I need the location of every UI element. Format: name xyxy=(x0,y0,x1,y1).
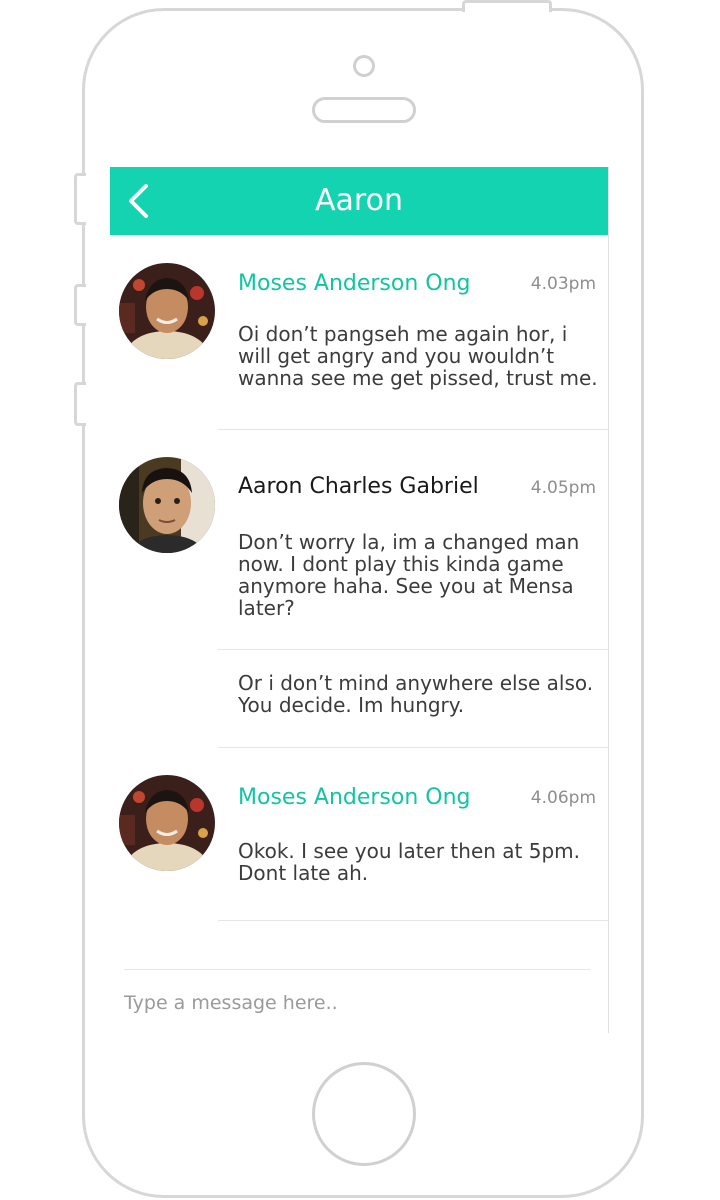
sender-name: Aaron Charles Gabriel xyxy=(238,474,479,499)
earpiece-speaker xyxy=(312,97,416,123)
chat-screen: Aaron Moses Anderson Ong 4.03pm Oi don’t… xyxy=(110,167,609,1033)
sender-name: Moses Anderson Ong xyxy=(238,785,471,810)
chat-title: Aaron xyxy=(315,183,403,218)
message-input[interactable] xyxy=(124,985,584,1021)
divider xyxy=(218,747,608,748)
divider xyxy=(218,920,608,921)
divider xyxy=(218,429,608,430)
composer-divider xyxy=(124,969,590,970)
message-time: 4.05pm xyxy=(530,478,596,498)
avatar[interactable] xyxy=(119,775,215,871)
power-button xyxy=(462,0,552,12)
message-text: Oi don’t pangseh me again hor, i will ge… xyxy=(238,322,598,390)
message-text: Or i don’t mind anywhere else also. You … xyxy=(238,671,594,717)
message-time: 4.03pm xyxy=(530,274,596,294)
front-camera xyxy=(353,55,375,77)
chat-header: Aaron xyxy=(110,167,608,235)
volume-up-button xyxy=(74,284,86,326)
avatar[interactable] xyxy=(119,457,215,553)
home-button xyxy=(312,1062,416,1166)
message-time: 4.06pm xyxy=(530,788,596,808)
sender-name: Moses Anderson Ong xyxy=(238,271,471,296)
volume-down-button xyxy=(74,382,86,426)
divider xyxy=(218,649,608,650)
avatar[interactable] xyxy=(119,263,215,359)
mute-switch xyxy=(74,173,86,225)
message-text: Okok. I see you later then at 5pm. Dont … xyxy=(238,839,581,885)
message-text: Don’t worry la, im a changed man now. I … xyxy=(238,530,580,620)
